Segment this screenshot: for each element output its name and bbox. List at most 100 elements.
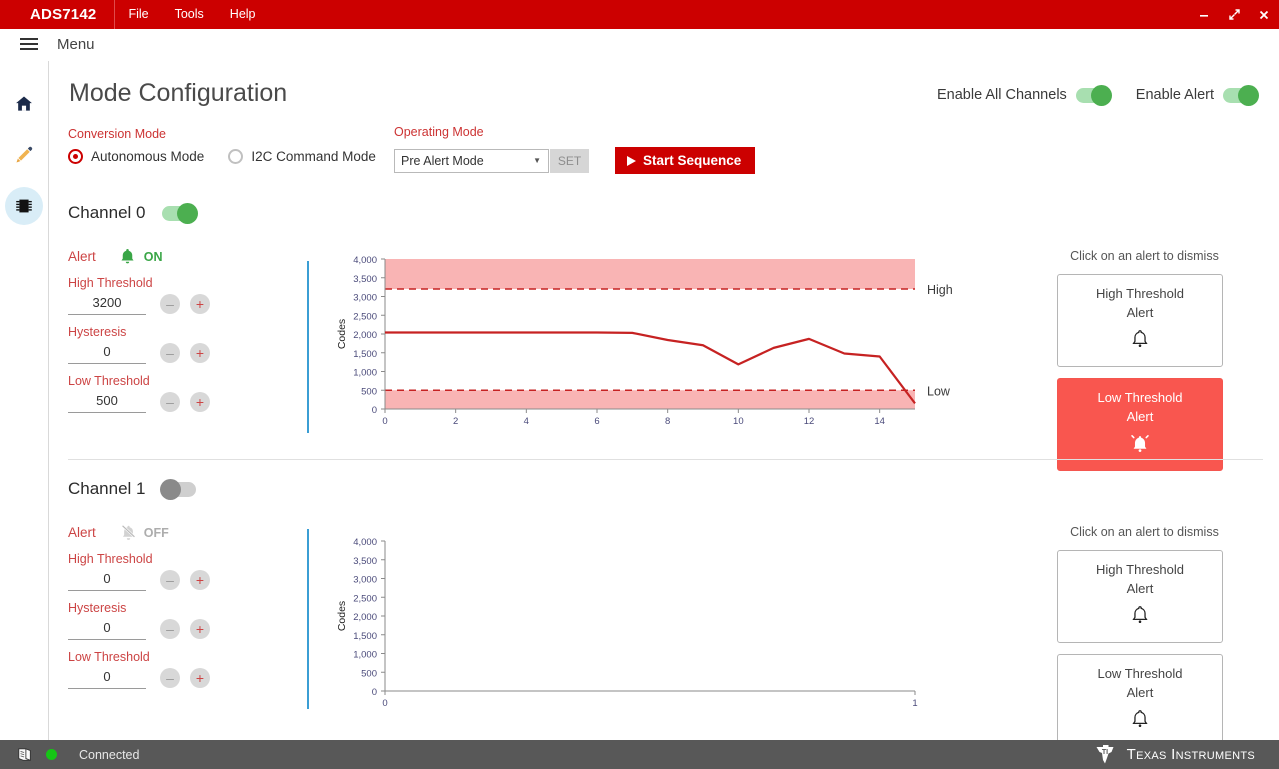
sidebar-item-home[interactable]	[5, 85, 43, 123]
svg-text:1,000: 1,000	[353, 650, 377, 661]
minimize-icon	[1198, 9, 1210, 21]
chevron-down-icon: ▼	[533, 156, 541, 165]
channel-0-low-threshold-alert[interactable]: Low Threshold Alert	[1057, 378, 1223, 471]
channel-1-hysteresis-input[interactable]	[68, 617, 146, 640]
svg-text:Codes: Codes	[336, 601, 348, 631]
enable-alert-toggle[interactable]	[1223, 88, 1257, 103]
svg-text:1,500: 1,500	[353, 631, 377, 642]
channel-0-header: Channel 0	[68, 203, 278, 223]
channel-1-hysteresis-field: Hysteresis – +	[68, 601, 278, 640]
app-title: ADS7142	[0, 6, 114, 23]
channel-1-hysteresis-decrement[interactable]: –	[160, 619, 180, 639]
status-bar: Connected TI Texas Instruments	[0, 740, 1279, 769]
channel-1-high-threshold-decrement[interactable]: –	[160, 570, 180, 590]
enable-all-channels-toggle[interactable]	[1076, 88, 1110, 103]
svg-text:Low: Low	[927, 384, 951, 398]
sidebar-item-device[interactable]	[5, 187, 43, 225]
channel-1-low-threshold-alert[interactable]: Low Threshold Alert	[1057, 654, 1223, 740]
conversion-mode-group: Conversion Mode Autonomous Mode I2C Comm…	[68, 127, 392, 164]
channel-1-high-threshold-input[interactable]	[68, 568, 146, 591]
channel-0-low-threshold-field: Low Threshold – +	[68, 374, 278, 413]
set-button[interactable]: SET	[550, 149, 589, 173]
close-icon	[1258, 9, 1270, 21]
channel-0-hysteresis-label: Hysteresis	[68, 325, 278, 339]
svg-text:500: 500	[361, 668, 377, 679]
hamburger-icon[interactable]	[20, 38, 38, 51]
channel-0-high-threshold-decrement[interactable]: –	[160, 294, 180, 314]
menu-label: Menu	[57, 36, 95, 53]
close-button[interactable]	[1249, 0, 1279, 29]
channel-0-hysteresis-decrement[interactable]: –	[160, 343, 180, 363]
channel-0-low-threshold-decrement[interactable]: –	[160, 392, 180, 412]
radio-autonomous-mode-label: Autonomous Mode	[91, 149, 204, 164]
channel-0-high-threshold-alert[interactable]: High Threshold Alert	[1057, 274, 1223, 367]
channel-0-alert-state: ON	[144, 250, 163, 264]
channel-0-alerts: Click on an alert to dismiss High Thresh…	[1057, 249, 1232, 471]
svg-text:6: 6	[594, 416, 599, 427]
channel-0-low-threshold-increment[interactable]: +	[190, 392, 210, 412]
channel-1-high-threshold-increment[interactable]: +	[190, 570, 210, 590]
chip-icon	[13, 195, 35, 217]
svg-text:1,500: 1,500	[353, 349, 377, 360]
channel-1-alert-state: OFF	[144, 526, 169, 540]
application-window: ADS7142 File Tools Help	[0, 0, 1279, 769]
bell-icon	[118, 247, 137, 266]
channel-0-plot: HighLow05001,0001,5002,0002,5003,0003,50…	[307, 251, 1047, 441]
channel-1-alert-label: Alert	[68, 525, 96, 540]
channel-1-panel: Channel 1 Alert OFF	[49, 479, 1279, 719]
channel-1-hysteresis-label: Hysteresis	[68, 601, 278, 615]
svg-text:500: 500	[361, 386, 377, 397]
channel-0-low-threshold-input[interactable]	[68, 390, 146, 413]
channel-1-low-threshold-input[interactable]	[68, 666, 146, 689]
channel-1-alerts: Click on an alert to dismiss High Thresh…	[1057, 525, 1232, 740]
channel-1-low-threshold-increment[interactable]: +	[190, 668, 210, 688]
menu-help[interactable]: Help	[217, 0, 269, 29]
svg-text:0: 0	[372, 405, 377, 416]
channel-0-title: Channel 0	[68, 203, 146, 223]
channel-0-enable-toggle[interactable]	[162, 206, 196, 221]
svg-text:4: 4	[524, 416, 529, 427]
title-bar: ADS7142 File Tools Help	[0, 0, 1279, 29]
channel-0-high-threshold-input[interactable]	[68, 292, 146, 315]
operating-mode-controls: Pre Alert Mode ▼ SET Start Sequence	[394, 147, 755, 174]
pencil-icon	[14, 145, 34, 165]
menu-tools[interactable]: Tools	[162, 0, 217, 29]
svg-text:4,000: 4,000	[353, 537, 377, 548]
svg-text:0: 0	[372, 687, 377, 698]
start-sequence-label: Start Sequence	[643, 153, 741, 168]
minimize-button[interactable]	[1189, 0, 1219, 29]
start-sequence-button[interactable]: Start Sequence	[615, 147, 755, 174]
radio-i2c-command-mode[interactable]	[228, 149, 243, 164]
menu-file[interactable]: File	[115, 0, 161, 29]
conversion-mode-label: Conversion Mode	[68, 127, 392, 141]
channel-0-high-alert-line1: High Threshold	[1096, 285, 1184, 304]
svg-text:2,000: 2,000	[353, 330, 377, 341]
radio-autonomous-mode[interactable]	[68, 149, 83, 164]
svg-text:4,000: 4,000	[353, 255, 377, 266]
channel-0-chart: HighLow05001,0001,5002,0002,5003,0003,50…	[307, 251, 1047, 446]
channel-1-high-threshold-alert[interactable]: High Threshold Alert	[1057, 550, 1223, 643]
svg-text:2,000: 2,000	[353, 612, 377, 623]
svg-text:14: 14	[874, 416, 885, 427]
bell-icon	[1129, 708, 1151, 736]
sidebar-item-edit[interactable]	[5, 136, 43, 174]
operating-mode-select[interactable]: Pre Alert Mode ▼	[394, 149, 549, 173]
channel-1-low-threshold-decrement[interactable]: –	[160, 668, 180, 688]
channel-0-hysteresis-input[interactable]	[68, 341, 146, 364]
channel-1-alert-status: Alert OFF	[68, 523, 278, 542]
maximize-button[interactable]	[1219, 0, 1249, 29]
channel-0-alerts-hint: Click on an alert to dismiss	[1057, 249, 1232, 263]
channel-0-controls: Channel 0 Alert ON High Threshold	[68, 203, 278, 413]
enable-alert-group: Enable Alert	[1136, 87, 1257, 103]
channel-0-panel: Channel 0 Alert ON High Threshold	[49, 203, 1279, 440]
svg-text:2,500: 2,500	[353, 593, 377, 604]
channel-1-low-alert-line2: Alert	[1127, 684, 1154, 703]
channel-1-enable-toggle[interactable]	[162, 482, 196, 497]
channel-1-hysteresis-increment[interactable]: +	[190, 619, 210, 639]
svg-text:3,500: 3,500	[353, 556, 377, 567]
channel-1-high-threshold-field: High Threshold – +	[68, 552, 278, 591]
channel-0-high-threshold-increment[interactable]: +	[190, 294, 210, 314]
channel-0-hysteresis-increment[interactable]: +	[190, 343, 210, 363]
log-icon[interactable]	[16, 747, 34, 763]
radio-i2c-command-mode-label: I2C Command Mode	[251, 149, 376, 164]
